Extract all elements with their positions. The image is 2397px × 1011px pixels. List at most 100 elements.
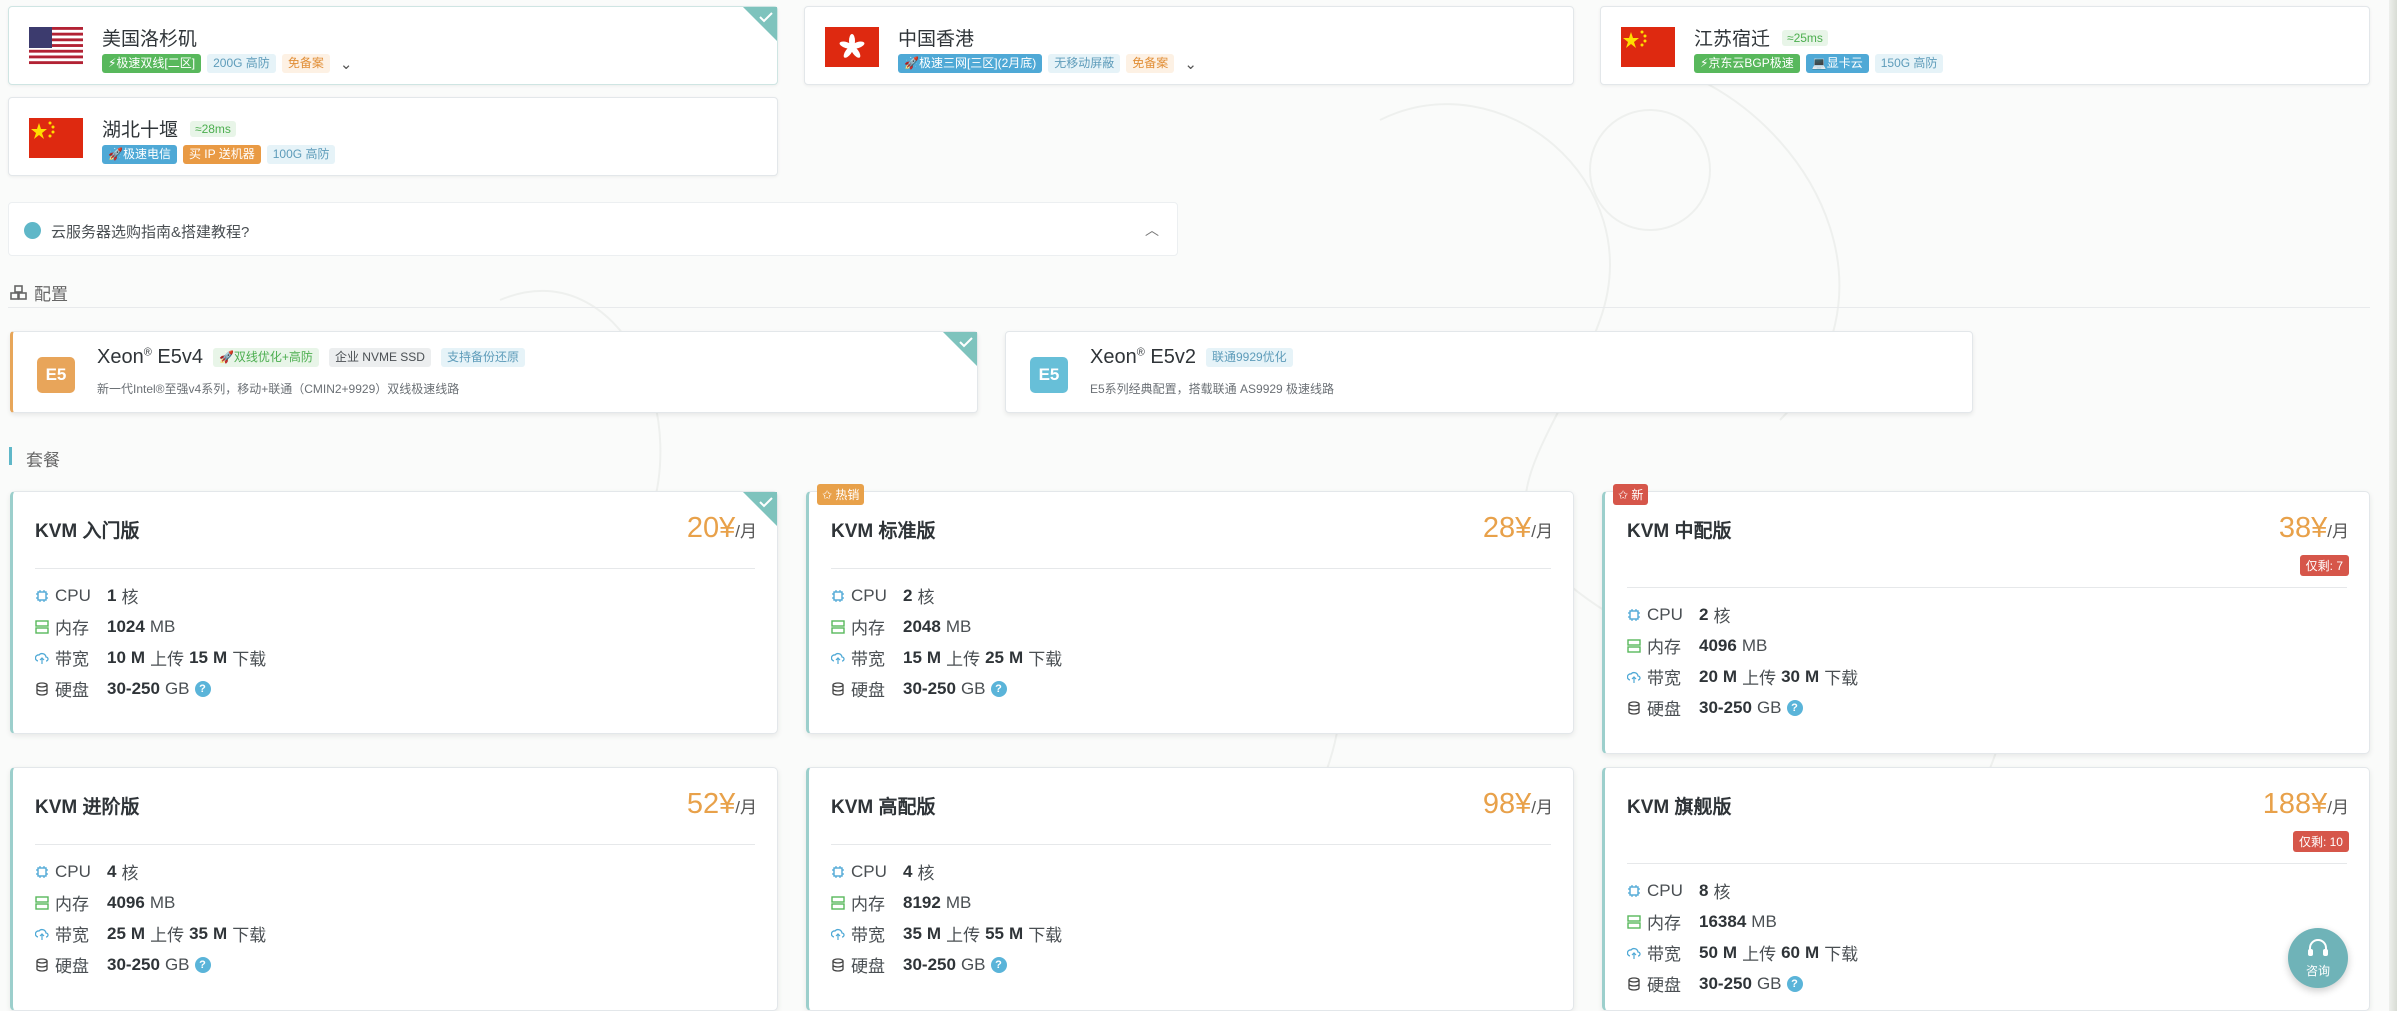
region-tags: 🚀极速电信买 IP 送机器 100G 高防 (102, 145, 336, 164)
plan-card[interactable]: ✩ 新 KVM 中配版 38¥/月 仅剩: 7 CPU 2 核内存 4096 MB 带宽 20 M 上传… (1602, 484, 2370, 754)
region-name: 江苏宿迁 (1694, 29, 1771, 50)
plan-price: 38¥/月 (2279, 512, 2349, 545)
cpu-icon (831, 589, 845, 603)
plan-card[interactable]: KVM 进阶版 52¥/月 CPU 4 核内存 4096 MB 带宽 25 M 上传 35 M 下载 硬盘 3… (10, 767, 778, 1011)
price-value: 20¥ (686, 512, 736, 544)
help-icon[interactable]: ? (1786, 699, 1803, 716)
spec-value: 20 (1699, 666, 1718, 686)
plan-price: 188¥/月 (2263, 788, 2349, 821)
scrollbar-track[interactable] (2389, 0, 2397, 1011)
spec-cpu: CPU 1 核 (35, 580, 271, 611)
spec-disk: 硬盘 30-250 GB? (35, 949, 271, 980)
cpu-card[interactable]: E5 Xeon® E5v2 联通9929优化 E5系列经典配置，搭载联通 AS9929… (1005, 331, 1973, 413)
bw-icon (831, 927, 845, 941)
spec-unit: 核 (1713, 883, 1731, 902)
help-icon[interactable]: ? (194, 956, 211, 973)
spec-unit: 上传 (150, 926, 185, 945)
plan-divider (35, 844, 755, 845)
plan-card[interactable]: KVM 入门版 20¥/月 CPU 1 核内存 1024 MB 带宽 10 M 上传 15 M 下载 硬盘 3… (10, 491, 778, 734)
spec-unit: M (926, 647, 942, 667)
region-card[interactable]: 江苏宿迁 ≈25ms ⚡京东云BGP极速 💻显卡云 150G 高防 (1600, 6, 2370, 85)
region-name: 中国香港 (898, 29, 975, 50)
mem-icon (831, 895, 845, 910)
spec-label: 硬盘 (1647, 700, 1681, 719)
price-unit: /月 (2327, 798, 2349, 817)
plan-card[interactable]: ✩ 热销 KVM 标准版 28¥/月 CPU 2 核内存 2048 MB 带宽 15 M 上传 25 M 下… (806, 484, 1574, 734)
chevron-up-icon[interactable]: ︿ (1145, 220, 1159, 240)
spec-list: CPU 8 核内存 16384 MB 带宽 50 M 上传 60 M 下载 硬盘 30-250 GB? (1627, 875, 1863, 999)
spec-label: 硬盘 (851, 681, 885, 700)
spec-label: CPU (55, 861, 91, 881)
plan-divider (1627, 863, 2347, 864)
price-value: 28¥ (1482, 512, 1532, 544)
cpu-tag: 企业 NVME SSD (328, 348, 431, 367)
cpu-tag: 联通9929优化 (1205, 348, 1293, 367)
guide-collapse-bar[interactable]: 云服务器选购指南&搭建教程? ︿ (8, 202, 1178, 256)
spec-unit: MB (945, 616, 972, 636)
plan-badge: ✩ 热销 (817, 484, 865, 505)
plan-name: KVM 中配版 (1627, 521, 1732, 542)
spec-label: 内存 (1647, 638, 1681, 657)
spec-bandwidth: 带宽 50 M 上传 60 M 下载 (1627, 937, 1863, 968)
spec-unit: GB (960, 678, 986, 698)
region-tag: 免备案 (281, 54, 330, 73)
region-card[interactable]: 湖北十堰 ≈28ms 🚀极速电信买 IP 送机器 100G 高防 (8, 97, 778, 176)
spec-unit: 上传 (150, 650, 185, 669)
spec-value: 1024 (107, 616, 145, 636)
region-name: 美国洛杉矶 (102, 29, 198, 50)
spec-unit: M (1722, 666, 1738, 686)
cpu-badge: E5 (1030, 357, 1068, 393)
spec-value: 25 (107, 923, 126, 943)
spec-label: 硬盘 (55, 957, 89, 976)
cn-flag (29, 118, 83, 158)
spec-unit: M (1009, 923, 1024, 943)
spec-value: 4 (107, 861, 117, 881)
hk-flag (825, 27, 879, 67)
price-unit: /月 (1531, 798, 1553, 817)
cpu-model: E5v2 (1150, 346, 1196, 368)
price-unit: /月 (2327, 522, 2349, 541)
selected-check-icon (943, 332, 977, 366)
spec-value: 30-250 (1699, 973, 1752, 993)
plan-card[interactable]: KVM 旗舰版 188¥/月 仅剩: 10 CPU 8 核内存 16384 MB 带宽 50 M 上传… (1602, 767, 2370, 1011)
bw-icon (831, 651, 845, 665)
region-tag: 无移动屏蔽 (1048, 54, 1121, 73)
spec-label: 带宽 (55, 926, 89, 945)
spec-bandwidth: 带宽 20 M 上传 30 M 下载 (1627, 661, 1863, 692)
plan-card[interactable]: KVM 高配版 98¥/月 CPU 4 核内存 8192 MB 带宽 35 M 上传 55 M 下载 硬盘 3… (806, 767, 1574, 1011)
help-icon[interactable]: ? (194, 680, 211, 697)
spec-unit: 下载 (1824, 669, 1859, 688)
help-icon[interactable]: ? (1786, 975, 1803, 992)
plan-name: KVM 进阶版 (35, 797, 140, 818)
spec-memory: 内存 8192 MB (831, 887, 1067, 918)
spec-unit: 下载 (1028, 650, 1063, 669)
chevron-down-icon[interactable]: ⌄ (340, 55, 353, 73)
us-flag (29, 27, 83, 67)
help-icon[interactable]: ? (990, 956, 1007, 973)
region-card[interactable]: 中国香港 🚀极速三网[三区](2月底) 无移动屏蔽 免备案 ⌄ (804, 6, 1574, 85)
plan-heading-marker (9, 447, 12, 465)
cpu-title: Xeon® E5v2 联通9929优化 (1090, 346, 1293, 369)
region-tag: 免备案 (1126, 54, 1175, 73)
cpu-registered: ® (143, 346, 152, 359)
disk-icon (1627, 976, 1641, 991)
spec-memory: 内存 2048 MB (831, 611, 1067, 642)
price-value: 52¥ (686, 788, 736, 820)
bw-icon (1627, 946, 1641, 960)
cpu-card[interactable]: E5 Xeon® E5v4 🚀双线优化+高防 企业 NVME SSD 支持备份还原 新一代… (10, 331, 978, 413)
spec-unit: GB (164, 678, 190, 698)
region-card[interactable]: 美国洛杉矶 ⚡极速双线[二区] 200G 高防 免备案 ⌄ (8, 6, 778, 85)
price-value: 188¥ (2262, 788, 2328, 820)
disk-icon (35, 957, 49, 972)
chevron-down-icon[interactable]: ⌄ (1184, 55, 1197, 73)
spec-unit: GB (1756, 973, 1782, 993)
plan-divider (831, 568, 1551, 569)
spec-label: 内存 (851, 619, 885, 638)
cpu-registered: ® (1136, 346, 1145, 359)
help-icon[interactable]: ? (990, 680, 1007, 697)
region-tags: 🚀极速三网[三区](2月底) 无移动屏蔽 免备案 ⌄ (898, 54, 1197, 73)
mem-icon (35, 619, 49, 634)
consult-button[interactable]: 咨询 (2288, 928, 2348, 988)
spec-value: 50 (1699, 942, 1718, 962)
region-tags: ⚡极速双线[二区] 200G 高防 免备案 ⌄ (102, 54, 352, 73)
